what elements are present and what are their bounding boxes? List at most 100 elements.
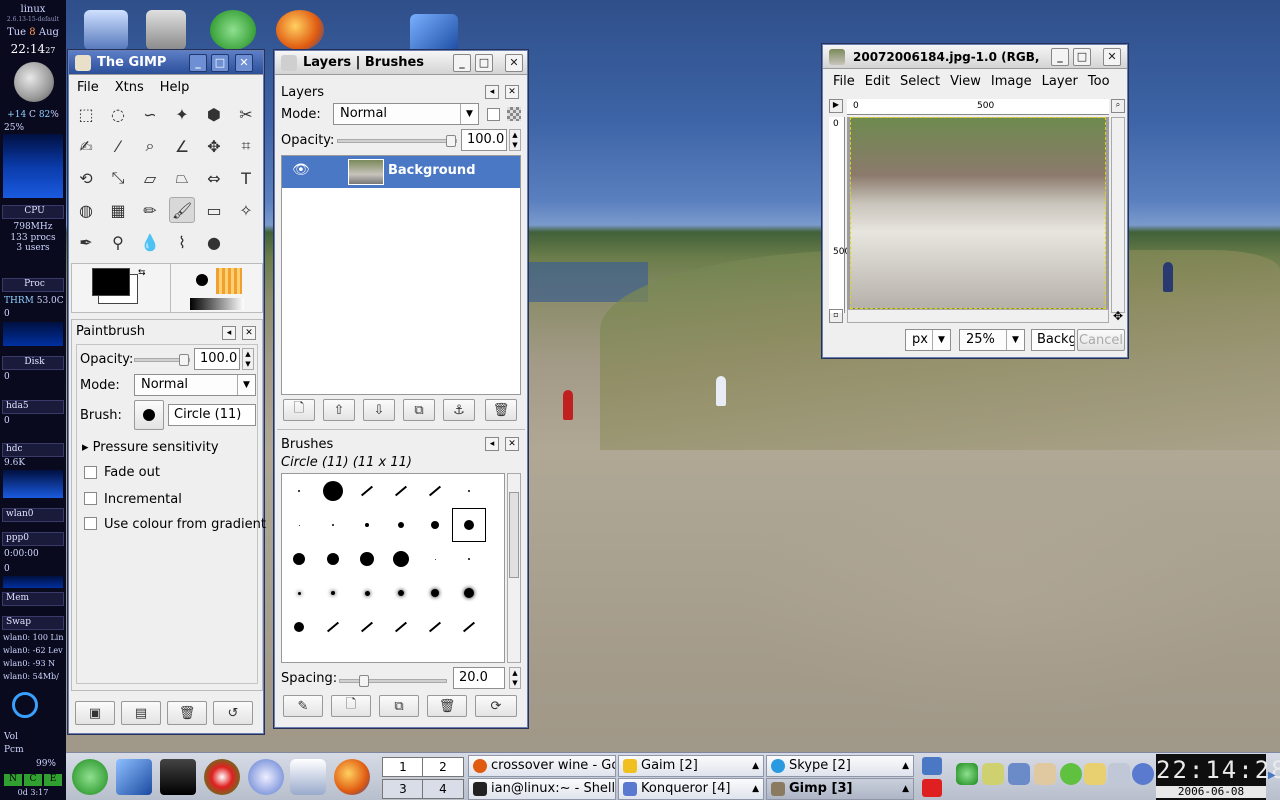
lower-layer-button[interactable]: ⇩ xyxy=(363,399,395,421)
layer-name[interactable]: Background xyxy=(388,163,476,178)
toolbox-titlebar[interactable]: The GIMP _ □ ✕ xyxy=(69,51,263,75)
brush-cell[interactable] xyxy=(384,576,418,610)
menu-tools[interactable]: Too xyxy=(1083,71,1115,93)
layers-opacity-handle[interactable] xyxy=(446,135,456,147)
brush-cell[interactable] xyxy=(452,542,486,576)
delete-layer-button[interactable]: 🗑 xyxy=(485,399,517,421)
minimize-button[interactable]: _ xyxy=(1051,48,1069,66)
minimize-button[interactable]: _ xyxy=(453,54,471,72)
klipper-icon[interactable] xyxy=(1034,763,1056,785)
brush-cell[interactable] xyxy=(350,508,384,542)
kde-menu-icon[interactable] xyxy=(72,759,108,795)
desktop-2[interactable]: 2 xyxy=(422,757,464,777)
brush-cell[interactable] xyxy=(452,610,486,644)
network-plug-icon[interactable] xyxy=(982,763,1004,785)
volume-icon[interactable] xyxy=(1108,763,1130,785)
new-brush-button[interactable]: 🗋 xyxy=(331,695,371,717)
rotate-icon[interactable]: ⟲ xyxy=(73,165,99,191)
paintbrush-icon[interactable]: 🖌 xyxy=(169,197,195,223)
digital-clock[interactable]: 22:14:28 2006-06-08 xyxy=(1156,754,1280,800)
color-picker-icon[interactable]: ⁄ xyxy=(105,133,131,159)
zoom-toggle-icon[interactable]: ⌕ xyxy=(1111,99,1125,113)
brush-cell[interactable] xyxy=(350,474,384,508)
mode-combo[interactable]: Normal ▼ xyxy=(134,374,256,396)
task-konqueror[interactable]: Konqueror [4] ▲ xyxy=(618,778,764,800)
brush-cell[interactable] xyxy=(418,610,452,644)
task-gimp[interactable]: Gimp [3] ▲ xyxy=(766,778,914,800)
brushes-close-icon[interactable]: ✕ xyxy=(505,437,519,451)
foreground-color-swatch[interactable] xyxy=(92,268,130,296)
close-button[interactable]: ✕ xyxy=(505,54,523,72)
lasso-icon[interactable]: ∽ xyxy=(137,101,163,127)
menu-file[interactable]: File xyxy=(69,77,107,99)
brush-cell[interactable] xyxy=(418,576,452,610)
ellipse-select-icon[interactable]: ◌ xyxy=(105,101,131,127)
konqueror-icon[interactable] xyxy=(248,759,284,795)
image-canvas[interactable] xyxy=(847,117,1109,313)
brush-cell[interactable] xyxy=(316,542,350,576)
incremental-checkbox[interactable] xyxy=(84,492,97,505)
select-by-color-icon[interactable]: ⬢ xyxy=(201,101,227,127)
dodge-burn-icon[interactable]: ● xyxy=(201,229,227,255)
layers-opacity-spinner[interactable]: ▲ ▼ xyxy=(509,129,521,151)
active-gradient-preview[interactable] xyxy=(190,298,244,310)
blur-icon[interactable]: 💧 xyxy=(137,229,163,255)
brush-cell[interactable] xyxy=(316,508,350,542)
suse-updater-icon[interactable] xyxy=(956,763,978,785)
delete-brush-button[interactable]: 🗑 xyxy=(427,695,467,717)
blend-icon[interactable]: ▦ xyxy=(105,197,131,223)
pencil-icon[interactable]: ✏ xyxy=(137,197,163,223)
ink-icon[interactable]: ✒ xyxy=(73,229,99,255)
menu-image[interactable]: Image xyxy=(986,71,1037,93)
brush-cell[interactable] xyxy=(282,508,316,542)
opacity-slider[interactable] xyxy=(134,354,190,366)
opacity-slider-handle[interactable] xyxy=(179,354,189,366)
raise-layer-button[interactable]: ⇧ xyxy=(323,399,355,421)
task-shell[interactable]: ian@linux:~ - Shell xyxy=(468,778,616,800)
brush-cell[interactable] xyxy=(282,542,316,576)
opacity-field[interactable]: 100.0 xyxy=(194,348,240,370)
maximize-button[interactable]: □ xyxy=(1073,48,1091,66)
airbrush-icon[interactable]: ✧ xyxy=(233,197,259,223)
network-status-icon[interactable] xyxy=(1132,763,1154,785)
brushes-scrollbar[interactable] xyxy=(507,473,521,663)
clone-icon[interactable]: ⚲ xyxy=(105,229,131,255)
panel-hide-arrow-icon[interactable]: ▶ xyxy=(1268,770,1278,784)
kwallet-icon[interactable] xyxy=(1084,763,1106,785)
new-layer-button[interactable]: 🗋 xyxy=(283,399,315,421)
image-hscrollbar[interactable] xyxy=(847,309,1109,323)
fuzzy-select-icon[interactable]: ✦ xyxy=(169,101,195,127)
wifi-icon[interactable] xyxy=(1008,763,1030,785)
reset-options-button[interactable]: ↺ xyxy=(213,701,253,725)
brush-cell[interactable] xyxy=(316,474,350,508)
layers-close-icon[interactable]: ✕ xyxy=(505,85,519,99)
brush-cell[interactable] xyxy=(282,474,316,508)
refresh-brushes-button[interactable]: ⟳ xyxy=(475,695,517,717)
zoom-combo[interactable]: 25% ▼ xyxy=(959,329,1025,351)
paths-icon[interactable]: ✍ xyxy=(73,133,99,159)
brush-cell[interactable] xyxy=(452,576,486,610)
desktop-4[interactable]: 4 xyxy=(422,779,464,799)
text-icon[interactable]: T xyxy=(233,165,259,191)
brush-cell[interactable] xyxy=(282,576,316,610)
eye-icon[interactable]: 👁 xyxy=(292,162,310,178)
quick-mask-icon[interactable]: ▫ xyxy=(829,309,843,323)
move-icon[interactable]: ✥ xyxy=(201,133,227,159)
duplicate-layer-button[interactable]: ⧉ xyxy=(403,399,435,421)
maximize-button[interactable]: □ xyxy=(475,54,493,72)
magnify-icon[interactable]: ⌕ xyxy=(137,133,163,159)
restore-options-button[interactable]: ▤ xyxy=(121,701,161,725)
save-options-button[interactable]: ▣ xyxy=(75,701,115,725)
lock-alpha-checkbox[interactable] xyxy=(487,108,500,121)
openoffice-icon[interactable] xyxy=(410,14,458,54)
trash-icon[interactable] xyxy=(146,10,186,50)
lock-screen-icon[interactable] xyxy=(922,757,942,775)
help-lifesaver-icon[interactable] xyxy=(204,759,240,795)
menu-select[interactable]: Select xyxy=(895,71,945,93)
opacity-spinner[interactable]: ▲ ▼ xyxy=(242,348,254,370)
brush-cell[interactable] xyxy=(418,542,452,576)
crop-icon[interactable]: ⌗ xyxy=(233,133,259,159)
brush-cell[interactable] xyxy=(384,508,418,542)
brush-cell[interactable] xyxy=(418,474,452,508)
minimize-button[interactable]: _ xyxy=(189,54,207,72)
